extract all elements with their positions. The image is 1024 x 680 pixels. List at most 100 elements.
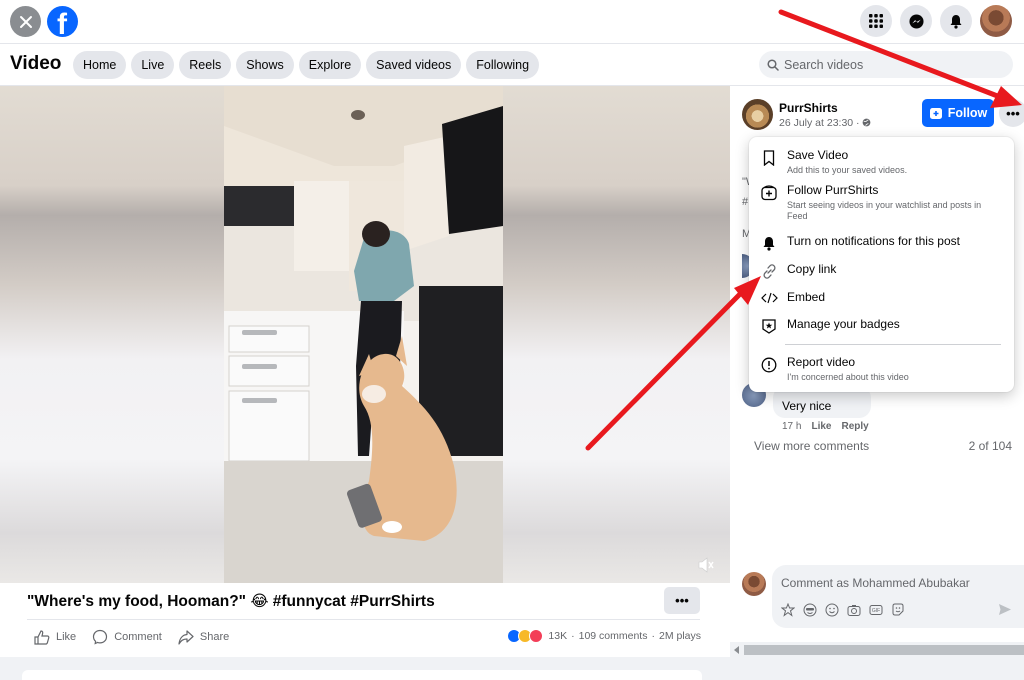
post-actions: Like Comment Share (34, 629, 229, 645)
volume-button[interactable] (697, 557, 715, 578)
page-name[interactable]: PurrShirts (779, 101, 838, 115)
comment-like-button[interactable]: Like (811, 421, 831, 432)
comment-placeholder: Comment as Mohammed Abubakar (781, 576, 970, 590)
emoji-sunglasses-icon[interactable] (803, 603, 817, 617)
link-icon (762, 264, 776, 279)
write-comment: Comment as Mohammed Abubakar GIF (730, 565, 1024, 642)
menu-grid-icon (869, 14, 883, 28)
next-card (22, 670, 702, 680)
menu-item-copy-link[interactable]: Copy link (759, 262, 836, 279)
globe-icon (863, 118, 871, 127)
follow-button[interactable]: Follow (922, 99, 994, 127)
bell-icon (763, 237, 775, 251)
menu-button[interactable] (860, 5, 892, 37)
facebook-logo[interactable]: f (47, 6, 78, 37)
emoji-icon[interactable] (825, 603, 839, 617)
menu-item-title: Save Video (787, 148, 849, 162)
volume-icon (698, 557, 714, 573)
post-options-button[interactable]: ••• (999, 99, 1024, 127)
profile-avatar[interactable] (980, 5, 1012, 37)
love-reaction-icon (529, 629, 544, 643)
thumbs-up-icon (34, 629, 50, 645)
follow-add-icon (761, 185, 777, 201)
code-icon (760, 292, 778, 304)
menu-item-follow[interactable]: Follow PurrShirts Start seeing videos in … (759, 183, 992, 222)
comment-icon (93, 629, 108, 645)
comments-pagination: 2 of 104 (968, 439, 1012, 453)
plays-count: 2M plays (658, 630, 701, 642)
scrollbar-thumb[interactable] (744, 645, 1024, 655)
menu-item-subtitle: I'm concerned about this video (787, 372, 909, 382)
comments-count[interactable]: 109 comments (579, 630, 648, 642)
nav-tabs: Home Live Reels Shows Explore Saved vide… (73, 51, 540, 79)
menu-item-title: Follow PurrShirts (787, 183, 879, 197)
page-title: Video (10, 53, 62, 74)
horizontal-scrollbar[interactable] (730, 642, 1024, 677)
stats-separator: · (651, 630, 655, 642)
reaction-count[interactable]: 13K (548, 630, 567, 642)
follow-label: Follow (947, 106, 988, 120)
top-bar: f (0, 0, 1024, 44)
comment-tools: GIF (781, 603, 905, 617)
notifications-button[interactable] (940, 5, 972, 37)
messenger-button[interactable] (900, 5, 932, 37)
video-player[interactable] (0, 86, 730, 583)
comment-text: Very nice (782, 399, 832, 413)
menu-item-badges[interactable]: Manage your badges (759, 317, 900, 334)
scroll-left-icon[interactable] (734, 646, 740, 654)
menu-item-title: Turn on notifications for this post (787, 234, 960, 248)
close-icon (19, 15, 32, 28)
my-avatar[interactable] (742, 572, 766, 596)
menu-item-title: Report video (787, 355, 856, 369)
menu-item-embed[interactable]: Embed (759, 290, 825, 304)
menu-item-report[interactable]: Report video I'm concerned about this vid… (759, 355, 992, 383)
menu-item-title: Manage your badges (787, 317, 900, 331)
menu-item-notifications[interactable]: Turn on notifications for this post (759, 234, 960, 251)
timestamp-text: 26 July at 23:30 · (779, 117, 860, 129)
bookmark-icon (763, 150, 775, 166)
alert-icon (761, 357, 777, 373)
post-stats: 13K · 109 comments · 2M plays (507, 629, 701, 643)
menu-item-subtitle: Start seeing videos in your watchlist an… (787, 200, 982, 221)
top-right-icons (860, 5, 1012, 37)
share-button[interactable]: Share (178, 629, 229, 645)
share-label: Share (199, 631, 230, 643)
comment-meta: 17 h Like Reply (782, 421, 869, 432)
search-placeholder: Search videos (784, 57, 864, 72)
post-timestamp[interactable]: 26 July at 23:30 · (779, 117, 871, 129)
tab-shows[interactable]: Shows (236, 51, 294, 79)
caption-more-button[interactable]: ••• (664, 587, 700, 614)
messenger-icon (908, 13, 924, 29)
camera-icon[interactable] (847, 603, 861, 617)
divider (27, 619, 700, 620)
menu-item-title: Copy link (787, 262, 837, 276)
tab-reels[interactable]: Reels (179, 51, 232, 79)
sticker-icon[interactable] (891, 603, 905, 617)
search-input[interactable]: Search videos (759, 51, 1013, 78)
menu-item-save-video[interactable]: Save Video Add this to your saved videos. (759, 148, 992, 176)
tab-live[interactable]: Live (131, 51, 175, 79)
comment-input[interactable]: Comment as Mohammed Abubakar GIF (772, 565, 1024, 628)
avatar-sticker-icon[interactable] (781, 603, 795, 617)
page-avatar[interactable] (742, 99, 773, 130)
comment-button[interactable]: Comment (92, 629, 162, 645)
comment-reply-button[interactable]: Reply (841, 421, 868, 432)
bell-icon (950, 14, 962, 29)
facebook-f-icon: f (57, 8, 67, 37)
menu-item-subtitle: Add this to your saved videos. (787, 165, 908, 175)
like-label: Like (56, 631, 77, 643)
reaction-icons[interactable] (507, 629, 544, 643)
tab-home[interactable]: Home (73, 51, 127, 79)
video-frame[interactable] (224, 86, 503, 583)
gif-icon[interactable]: GIF (869, 603, 883, 617)
comment-label: Comment (114, 631, 162, 643)
tab-explore[interactable]: Explore (298, 51, 362, 79)
tab-following[interactable]: Following (466, 51, 540, 79)
video-meta: "Where's my food, Hooman?" 😂 #funnycat #… (0, 583, 730, 657)
like-button[interactable]: Like (34, 629, 76, 645)
send-button[interactable] (998, 603, 1012, 621)
view-more-comments[interactable]: View more comments (754, 439, 869, 453)
tab-saved-videos[interactable]: Saved videos (366, 51, 462, 79)
comment-time[interactable]: 17 h (782, 421, 801, 432)
close-button[interactable] (10, 6, 41, 37)
